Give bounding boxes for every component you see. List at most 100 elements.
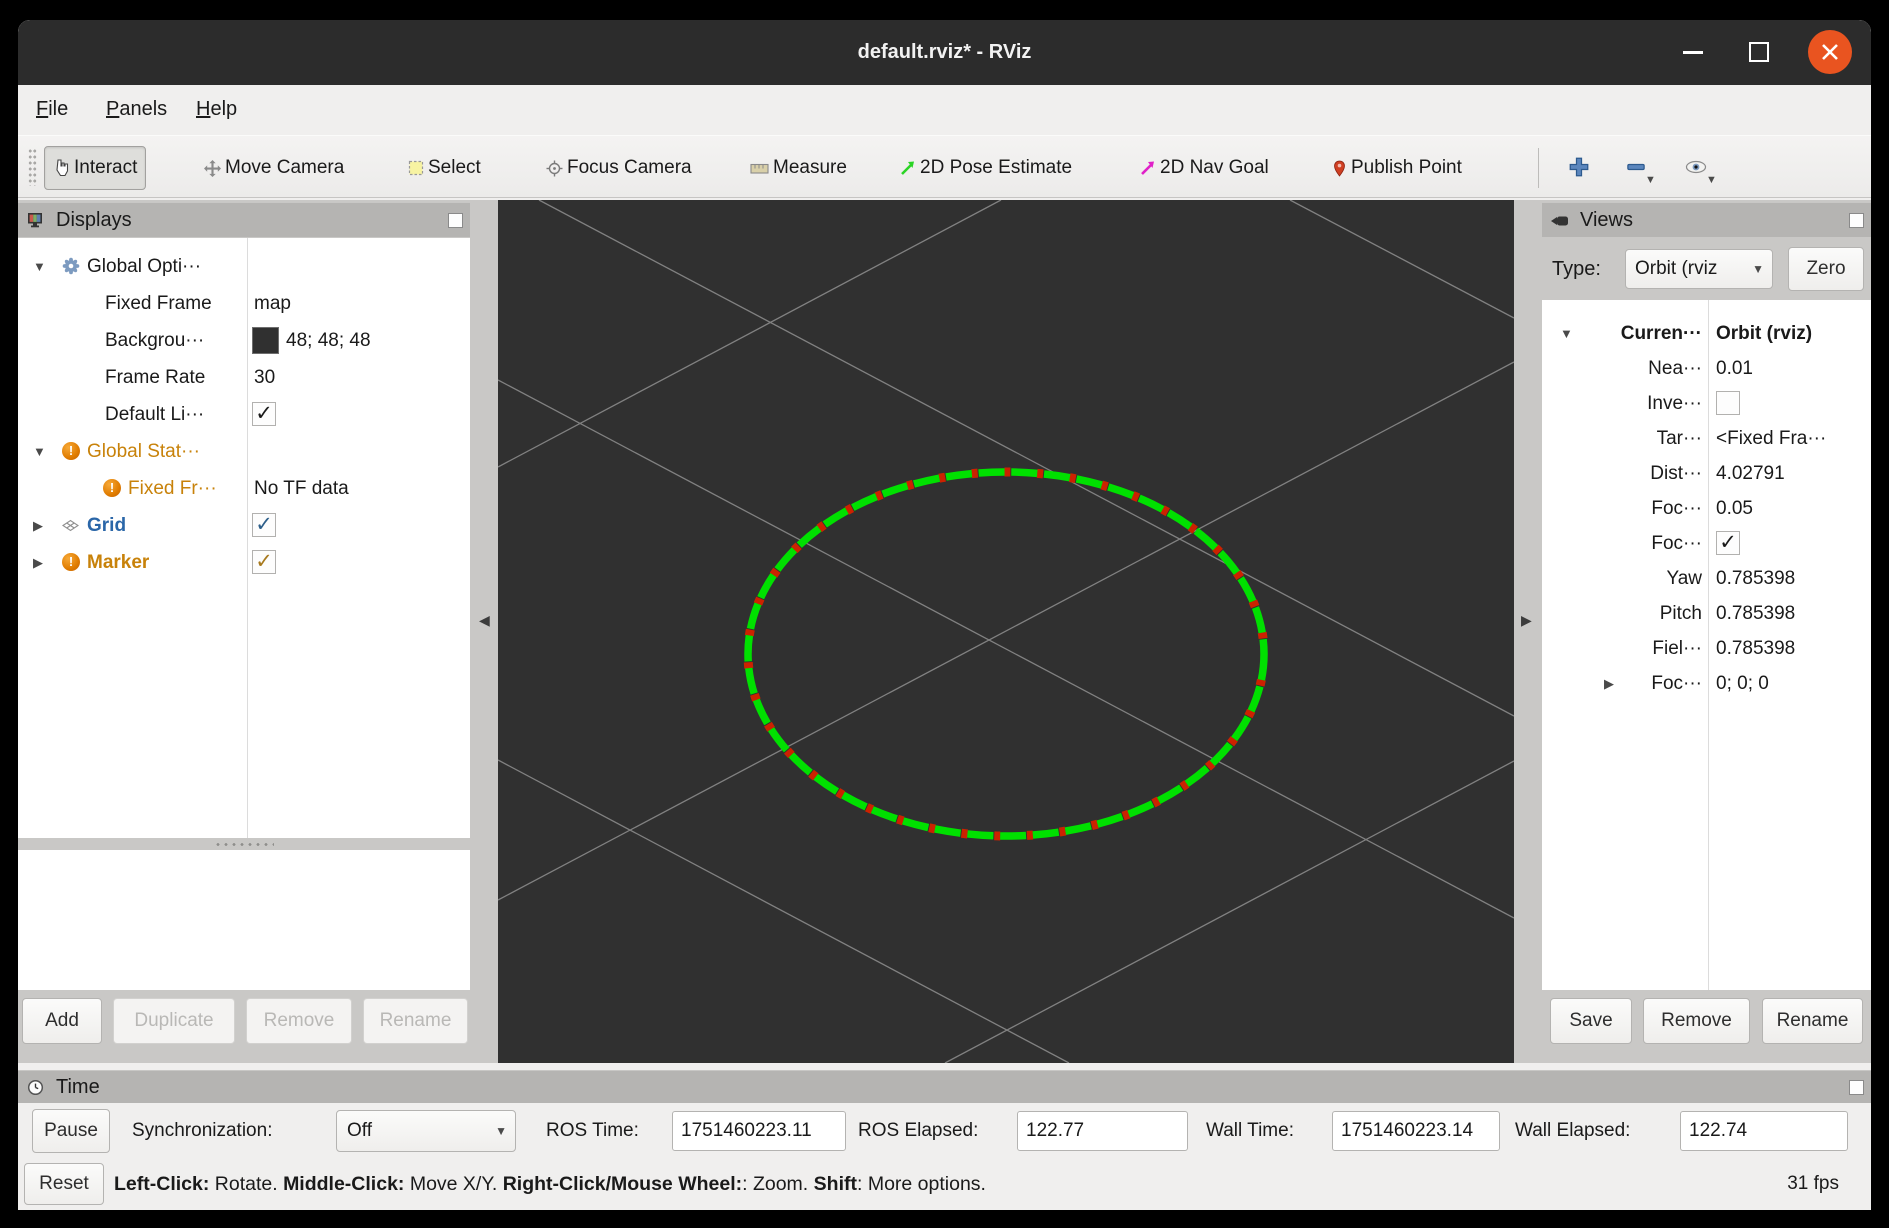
menu-panels[interactable]: Panels bbox=[106, 85, 167, 135]
views-row-near-clip[interactable]: Nea··· 0.01 bbox=[1542, 351, 1871, 386]
tool-interact[interactable]: Interact bbox=[44, 146, 146, 190]
row-value[interactable]: 48; 48; 48 bbox=[286, 322, 466, 359]
tool-properties-button[interactable]: ▼ bbox=[1676, 148, 1716, 188]
tree-row-fixed-frame-status[interactable]: ! Fixed Fr··· No TF data bbox=[18, 470, 470, 507]
views-row-distance[interactable]: Dist··· 4.02791 bbox=[1542, 456, 1871, 491]
rename-display-button[interactable]: Rename bbox=[363, 998, 468, 1044]
remove-display-button[interactable]: Remove bbox=[246, 998, 352, 1044]
collapse-arrow-icon[interactable]: ▶ bbox=[33, 544, 43, 581]
views-row-current-view[interactable]: ▼ Curren··· Orbit (rviz) bbox=[1542, 316, 1871, 351]
tree-row-default-light[interactable]: Default Li··· ✓ bbox=[18, 396, 470, 433]
panel-splitter[interactable] bbox=[18, 838, 470, 850]
pause-button[interactable]: Pause bbox=[32, 1109, 110, 1153]
views-row-target-frame[interactable]: Tar··· <Fixed Fra··· bbox=[1542, 421, 1871, 456]
row-value[interactable]: 0.785398 bbox=[1716, 561, 1869, 596]
row-value[interactable]: 30 bbox=[254, 359, 466, 396]
hint-segment: Shift bbox=[814, 1173, 857, 1195]
tree-row-fixed-frame[interactable]: Fixed Frame map bbox=[18, 285, 470, 322]
tool-2d-pose-estimate[interactable]: 2D Pose Estimate bbox=[892, 146, 1080, 190]
tool-focus-camera[interactable]: Focus Camera bbox=[538, 146, 700, 190]
tool-measure[interactable]: Measure bbox=[742, 146, 855, 190]
row-value[interactable]: 0.05 bbox=[1716, 491, 1869, 526]
focus-crosshair-icon bbox=[546, 160, 563, 177]
row-label: Global Stat··· bbox=[87, 433, 245, 470]
minimize-button[interactable] bbox=[1670, 20, 1716, 85]
views-row-focal-shape-fixed[interactable]: Foc··· ✓ bbox=[1542, 526, 1871, 561]
tree-row-frame-rate[interactable]: Frame Rate 30 bbox=[18, 359, 470, 396]
row-value[interactable]: 4.02791 bbox=[1716, 456, 1869, 491]
wall-time-field[interactable] bbox=[1332, 1111, 1500, 1151]
menu-file[interactable]: File bbox=[36, 85, 68, 135]
tree-row-marker[interactable]: ▶ ! Marker ✓ bbox=[18, 544, 470, 581]
view-type-dropdown[interactable]: Orbit (rviz ▼ bbox=[1625, 249, 1773, 289]
displays-panel-header[interactable]: Displays bbox=[18, 202, 470, 237]
checkbox-checked[interactable]: ✓ bbox=[252, 513, 276, 537]
row-value[interactable]: <Fixed Fra··· bbox=[1716, 421, 1869, 456]
expand-arrow-icon[interactable]: ▼ bbox=[33, 248, 46, 285]
ros-elapsed-field[interactable] bbox=[1017, 1111, 1188, 1151]
save-view-button[interactable]: Save bbox=[1550, 998, 1632, 1044]
add-tool-button[interactable] bbox=[1560, 148, 1600, 188]
menu-help[interactable]: Help bbox=[196, 85, 237, 135]
views-row-yaw[interactable]: Yaw 0.785398 bbox=[1542, 561, 1871, 596]
checkbox-checked[interactable]: ✓ bbox=[252, 550, 276, 574]
tool-publish-point[interactable]: Publish Point bbox=[1324, 146, 1470, 190]
synchronization-dropdown[interactable]: Off ▼ bbox=[336, 1110, 516, 1152]
toolbar-drag-handle[interactable] bbox=[28, 148, 37, 186]
views-row-field-of-view[interactable]: Fiel··· 0.785398 bbox=[1542, 631, 1871, 666]
row-label: Yaw bbox=[1542, 561, 1702, 596]
tool-select[interactable]: Select bbox=[400, 146, 489, 190]
collapse-arrow-icon[interactable]: ▶ bbox=[33, 507, 43, 544]
checkbox-unchecked[interactable] bbox=[1716, 391, 1740, 415]
row-value[interactable]: 0.01 bbox=[1716, 351, 1869, 386]
displays-panel-close-box[interactable] bbox=[448, 213, 463, 228]
add-display-button[interactable]: Add bbox=[22, 998, 102, 1044]
row-label: Foc··· bbox=[1542, 491, 1702, 526]
row-value[interactable]: 0.785398 bbox=[1716, 596, 1869, 631]
remove-tool-button[interactable]: ▼ bbox=[1617, 148, 1657, 188]
reset-button[interactable]: Reset bbox=[24, 1163, 104, 1205]
close-button[interactable] bbox=[1806, 20, 1854, 85]
rename-view-button[interactable]: Rename bbox=[1762, 998, 1863, 1044]
magenta-arrow-icon bbox=[1140, 160, 1156, 176]
time-panel-close-box[interactable] bbox=[1849, 1080, 1864, 1095]
checkbox-checked[interactable]: ✓ bbox=[252, 402, 276, 426]
tree-row-global-status[interactable]: ▼ ! Global Stat··· bbox=[18, 433, 470, 470]
row-label: Marker bbox=[87, 544, 245, 581]
views-panel-close-box[interactable] bbox=[1849, 213, 1864, 228]
row-value[interactable]: map bbox=[254, 285, 466, 322]
time-panel-title: Time bbox=[56, 1071, 100, 1104]
row-label: Foc··· bbox=[1542, 666, 1702, 701]
time-panel-header[interactable]: Time bbox=[18, 1070, 1871, 1103]
views-row-pitch[interactable]: Pitch 0.785398 bbox=[1542, 596, 1871, 631]
maximize-button[interactable] bbox=[1736, 20, 1782, 85]
views-panel-header[interactable]: Views bbox=[1542, 202, 1871, 237]
checkbox-checked[interactable]: ✓ bbox=[1716, 531, 1740, 555]
zero-button[interactable]: Zero bbox=[1788, 247, 1864, 291]
chevron-down-icon[interactable]: ▼ bbox=[1706, 174, 1717, 186]
duplicate-display-button[interactable]: Duplicate bbox=[113, 998, 235, 1044]
viewport-3d[interactable] bbox=[498, 200, 1514, 1063]
wall-time-label: Wall Time: bbox=[1206, 1103, 1294, 1160]
description-area bbox=[18, 850, 470, 990]
views-row-invert-z[interactable]: Inve··· bbox=[1542, 386, 1871, 421]
color-swatch[interactable] bbox=[252, 327, 279, 354]
tree-row-global-options[interactable]: ▼ Global Opti··· bbox=[18, 248, 470, 285]
views-row-focal-shape-size[interactable]: Foc··· 0.05 bbox=[1542, 491, 1871, 526]
row-value[interactable]: 0.785398 bbox=[1716, 631, 1869, 666]
collapse-left-panel-icon[interactable]: ◀ bbox=[479, 612, 490, 629]
views-row-focal-point[interactable]: ▶ Foc··· 0; 0; 0 bbox=[1542, 666, 1871, 701]
wall-elapsed-field[interactable] bbox=[1680, 1111, 1848, 1151]
ros-time-field[interactable] bbox=[672, 1111, 846, 1151]
chevron-down-icon[interactable]: ▼ bbox=[1645, 174, 1656, 186]
tool-2d-nav-goal[interactable]: 2D Nav Goal bbox=[1132, 146, 1277, 190]
row-label: Frame Rate bbox=[105, 359, 245, 396]
tool-move-camera[interactable]: Move Camera bbox=[196, 146, 352, 190]
remove-view-button[interactable]: Remove bbox=[1643, 998, 1750, 1044]
row-value[interactable]: 0; 0; 0 bbox=[1716, 666, 1869, 701]
expand-arrow-icon[interactable]: ▼ bbox=[33, 433, 46, 470]
collapse-right-panel-icon[interactable]: ▶ bbox=[1521, 612, 1532, 629]
tree-row-background-color[interactable]: Backgrou··· 48; 48; 48 bbox=[18, 322, 470, 359]
window-title: default.rviz* - RViz bbox=[18, 20, 1871, 85]
tree-row-grid[interactable]: ▶ Grid ✓ bbox=[18, 507, 470, 544]
